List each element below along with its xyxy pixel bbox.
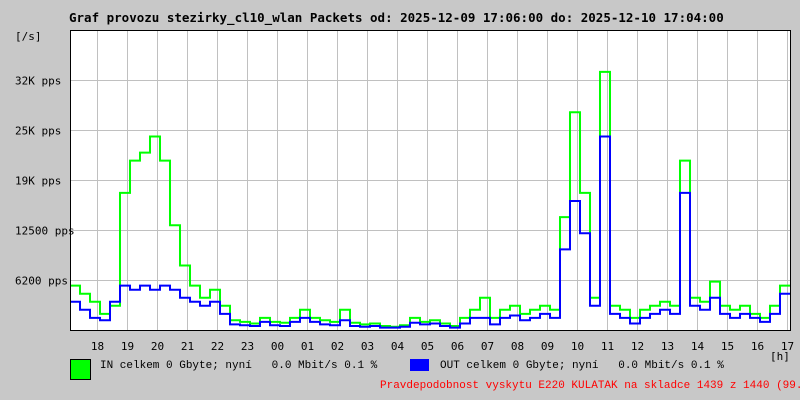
traffic-chart: 6200 pps 12500 pps 19K pps 25K pps 32K pps 18… (15, 30, 794, 353)
x-tick-label: 15 (721, 340, 734, 353)
x-tick-label: 12 (631, 340, 644, 353)
y-tick-label: 19K pps (15, 175, 61, 188)
x-tick-label: 21 (181, 340, 194, 353)
legend-out-label: OUT celkem 0 Gbyte; nyní 0.0 Mbit/s 0.1 … (440, 360, 724, 372)
y-tick-label: 32K pps (15, 75, 61, 88)
x-tick-label: 23 (241, 340, 254, 353)
x-tick-label: 05 (421, 340, 434, 353)
x-tick-label: 00 (271, 340, 284, 353)
x-tick-label: 04 (391, 340, 405, 353)
x-tick-label: 02 (331, 340, 344, 353)
x-tick-label: 19 (121, 340, 134, 353)
x-tick-label: 16 (751, 340, 764, 353)
x-tick-label: 08 (511, 340, 524, 353)
y-tick-label: 12500 pps (15, 225, 75, 238)
x-tick-label: 10 (571, 340, 584, 353)
legend-in-swatch (70, 359, 91, 380)
x-tick-label: 07 (481, 340, 494, 353)
x-tick-label: 06 (451, 340, 464, 353)
x-tick-label: 01 (301, 340, 314, 353)
x-tick-label: 11 (601, 340, 614, 353)
y-tick-label: 25K pps (15, 125, 61, 138)
x-tick-label: 09 (541, 340, 554, 353)
legend-out-swatch (410, 359, 429, 371)
x-tick-label: 13 (661, 340, 674, 353)
y-tick-label: 6200 pps (15, 275, 68, 288)
x-tick-label: 03 (361, 340, 374, 353)
x-tick-label: 22 (211, 340, 224, 353)
x-tick-label: 18 (91, 340, 104, 353)
availability-note: Pravdepodobnost vyskytu E220 KULATAK na … (380, 380, 800, 392)
x-tick-label: 20 (151, 340, 164, 353)
x-tick-label: 14 (691, 340, 705, 353)
x-tick-label: 17 (781, 340, 794, 353)
legend-in-label: IN celkem 0 Gbyte; nyní 0.0 Mbit/s 0.1 % (100, 360, 378, 372)
